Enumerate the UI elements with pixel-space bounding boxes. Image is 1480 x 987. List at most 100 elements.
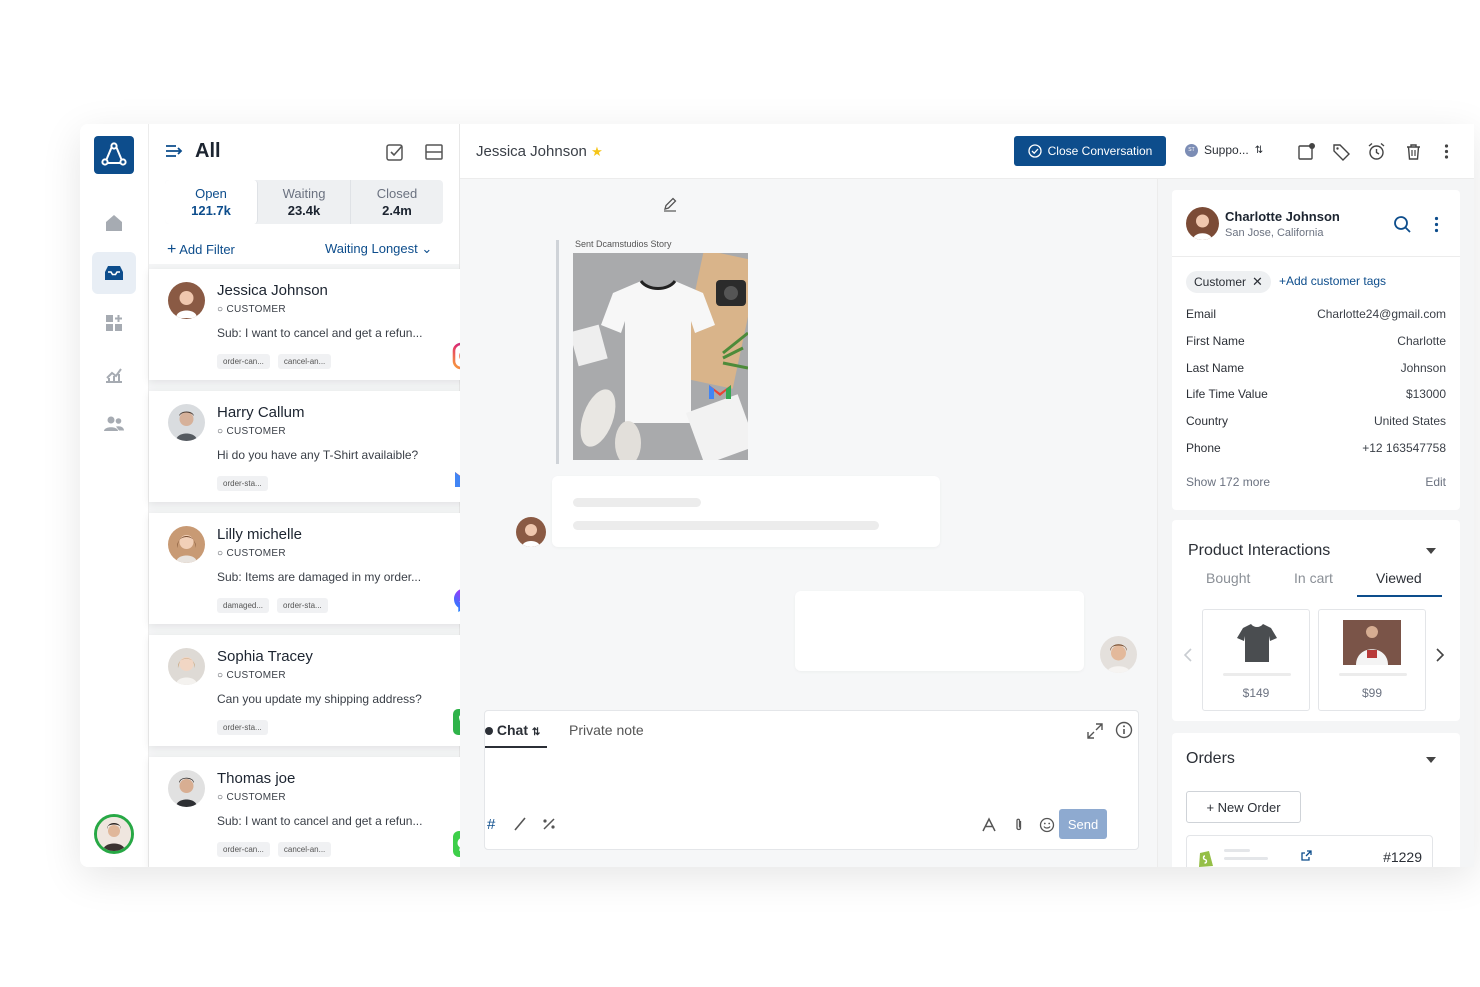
tag-chip[interactable]: order-can... <box>217 842 270 857</box>
attachment-icon[interactable] <box>1010 817 1026 833</box>
expand-icon[interactable] <box>1086 722 1104 740</box>
current-user-avatar[interactable] <box>94 814 134 854</box>
contact-name: Lilly michelle <box>217 526 303 543</box>
emoji-icon[interactable] <box>1039 817 1055 833</box>
product-card[interactable]: $149 <box>1202 609 1310 711</box>
conversation-card[interactable]: Jessica Johnson ○ CUSTOMER Sub: I want t… <box>149 269 492 380</box>
show-more-link[interactable]: Show 172 more <box>1186 475 1270 489</box>
customer-tag-chip[interactable]: Customer ✕ <box>1186 271 1271 293</box>
tag-chip[interactable]: order-sta... <box>277 598 328 613</box>
product-image <box>1237 624 1277 662</box>
tab-private-note[interactable]: Private note <box>569 722 644 738</box>
loading-skeleton <box>1339 673 1407 676</box>
conversation-tags: order-sta... <box>217 476 268 491</box>
slash-command-icon[interactable] <box>512 816 528 832</box>
tag-chip[interactable]: damaged... <box>217 598 270 613</box>
order-row[interactable]: #1229 <box>1186 835 1433 867</box>
contact-avatar <box>516 517 546 547</box>
sort-arrows-icon: ⇅ <box>1254 144 1264 156</box>
product-card[interactable]: $99 <box>1318 609 1426 711</box>
send-button[interactable]: Send <box>1059 809 1107 839</box>
contact-avatar <box>168 648 205 685</box>
tag-icon[interactable] <box>1332 142 1351 161</box>
edit-pencil-icon[interactable] <box>662 196 678 212</box>
contact-avatar <box>168 404 205 441</box>
sort-dropdown[interactable]: Waiting Longest ⌄ <box>325 241 432 257</box>
conversation-card[interactable]: Thomas joe ○ CUSTOMER Sub: I want to can… <box>149 757 492 867</box>
tab-closed[interactable]: Closed 2.4m <box>351 180 443 224</box>
product-image <box>1343 620 1401 665</box>
nav-analytics[interactable] <box>92 353 136 395</box>
chevron-down-icon: ⌄ <box>421 241 433 256</box>
nav-rail <box>80 124 149 867</box>
chat-bubble-icon: ○ <box>217 548 224 559</box>
nav-inbox[interactable] <box>92 252 136 294</box>
tab-chat[interactable]: Chat ⇅ <box>485 722 540 738</box>
alarm-clock-icon[interactable] <box>1367 142 1386 161</box>
loading-skeleton <box>573 521 879 530</box>
nav-home[interactable] <box>92 202 136 244</box>
caret-down-icon[interactable] <box>1425 545 1437 557</box>
status-tabs: Open 121.7k Waiting 23.4k Closed 2.4m <box>165 180 443 224</box>
search-icon[interactable] <box>1393 215 1412 234</box>
contact-role: ○ CUSTOMER <box>217 426 286 437</box>
tab-bought[interactable]: Bought <box>1206 570 1250 586</box>
external-link-icon[interactable] <box>1301 850 1312 861</box>
add-filter-button[interactable]: + Add Filter <box>167 241 235 259</box>
loading-skeleton <box>1224 857 1268 860</box>
close-conversation-button[interactable]: Close Conversation <box>1014 136 1166 166</box>
tab-viewed[interactable]: Viewed <box>1376 570 1422 586</box>
chat-bubble-icon: ○ <box>217 670 224 681</box>
conversation-card[interactable]: Sophia Tracey ○ CUSTOMER Can you update … <box>149 635 492 746</box>
variables-icon[interactable] <box>541 816 557 832</box>
more-vertical-icon[interactable] <box>1437 142 1456 161</box>
trash-icon[interactable] <box>1404 142 1423 161</box>
more-vertical-icon[interactable] <box>1427 215 1446 234</box>
snooze-window-icon[interactable] <box>1297 142 1316 161</box>
outgoing-message-bubble <box>795 591 1084 671</box>
add-customer-tags-link[interactable]: +Add customer tags <box>1279 274 1386 288</box>
layout-toggle-icon[interactable] <box>424 142 444 162</box>
new-order-button[interactable]: + New Order <box>1186 791 1301 823</box>
chevron-left-icon[interactable] <box>1183 647 1193 663</box>
inbox-icon <box>105 266 123 280</box>
app-window: All Open 121.7k Waiting 23.4k Closed 2.4m +… <box>80 124 1474 867</box>
nav-apps[interactable] <box>92 302 136 344</box>
agent-avatar <box>1100 636 1137 673</box>
select-checkbox-icon[interactable] <box>385 142 405 162</box>
conversation-card[interactable]: Lilly michelle ○ CUSTOMER Sub: Items are… <box>149 513 492 624</box>
tag-chip[interactable]: order-sta... <box>217 476 268 491</box>
team-selector[interactable]: ST Suppo... ⇅ <box>1185 143 1263 157</box>
conversation-card[interactable]: Harry Callum ○ CUSTOMER Hi do you have a… <box>149 391 492 502</box>
nav-contacts[interactable] <box>92 403 136 445</box>
chevron-right-icon[interactable] <box>1435 647 1445 663</box>
contact-role: ○ CUSTOMER <box>217 304 286 315</box>
tag-chip[interactable]: order-can... <box>217 354 270 369</box>
tag-chip[interactable]: cancel-an... <box>277 354 332 369</box>
tab-open[interactable]: Open 121.7k <box>165 180 258 224</box>
tag-chip[interactable]: order-sta... <box>217 720 268 735</box>
caret-down-icon[interactable] <box>1425 754 1437 766</box>
star-icon[interactable]: ★ <box>591 144 603 159</box>
tag-chip[interactable]: cancel-an... <box>277 842 332 857</box>
field-row-email: Email Charlotte24@gmail.com <box>1186 307 1446 321</box>
conversation-tags: order-sta... <box>217 720 268 735</box>
check-circle-icon <box>1027 144 1042 158</box>
edit-link[interactable]: Edit <box>1425 475 1446 489</box>
text-format-icon[interactable] <box>981 817 997 833</box>
tab-waiting[interactable]: Waiting 23.4k <box>258 180 351 224</box>
field-row-first-name: First Name Charlotte <box>1186 334 1446 348</box>
info-icon[interactable] <box>1115 721 1133 739</box>
story-image[interactable] <box>573 253 748 460</box>
hashtag-icon[interactable]: # <box>487 816 495 833</box>
conversation-tags: order-can... cancel-an... <box>217 842 332 857</box>
divider <box>1172 256 1460 257</box>
conversation-subject: Sub: I want to cancel and get a refun... <box>217 814 423 828</box>
app-logo[interactable] <box>94 136 134 174</box>
active-tab-underline <box>485 746 547 748</box>
close-icon[interactable]: ✕ <box>1252 274 1263 290</box>
product-price: $99 <box>1361 686 1383 700</box>
tab-in-cart[interactable]: In cart <box>1294 570 1333 586</box>
collapse-menu-icon[interactable] <box>165 143 183 159</box>
story-label: Sent Dcamstudios Story <box>575 239 672 249</box>
